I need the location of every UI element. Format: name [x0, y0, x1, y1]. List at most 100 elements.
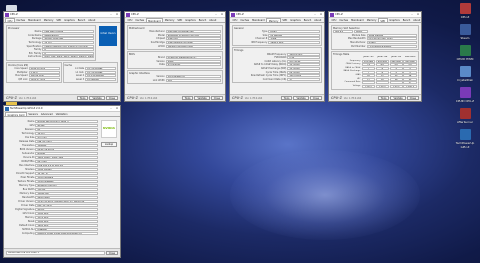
tab-graphics-card[interactable]: Graphics Card	[5, 112, 27, 117]
cpuz-icon	[5, 12, 9, 17]
clocks-group: Clocks (Core #0) Core Speed 4010.30 MHz Mu…	[6, 61, 62, 84]
validate-button[interactable]: Validate	[89, 95, 105, 101]
tab-memory[interactable]: Memory	[266, 18, 281, 23]
tab-about[interactable]: About	[87, 18, 97, 22]
close-icon[interactable]: ×	[219, 12, 225, 17]
tools-button[interactable]: Tools	[377, 95, 390, 101]
field-label: L1 Data	[75, 67, 85, 71]
tab-bench[interactable]: Bench	[76, 18, 86, 22]
tab-spd[interactable]: SPD	[55, 18, 63, 22]
tab-caches[interactable]: Caches	[239, 18, 251, 22]
tools-button[interactable]: Tools	[181, 95, 194, 101]
cpuz-memory-window[interactable]: CPU-Z – × CPU Caches Mainboard Memory SPD Gra…	[229, 11, 325, 102]
tab-graphics[interactable]: Graphics	[184, 18, 198, 22]
close-button[interactable]: Close	[309, 95, 322, 101]
close-button[interactable]: Close	[406, 95, 419, 101]
field-value: 3646.1 MHz	[268, 41, 320, 45]
tab-cpu[interactable]: CPU	[330, 18, 338, 22]
tab-bench[interactable]: Bench	[197, 18, 207, 22]
field-label: Type	[262, 30, 268, 34]
tab-bench[interactable]: Bench	[302, 18, 312, 22]
field-label: NVIDIA SLI	[22, 227, 35, 231]
close-button[interactable]: Close	[105, 250, 118, 256]
timings-value: 20	[361, 74, 376, 78]
close-icon[interactable]: ×	[415, 12, 421, 17]
desktop-icon[interactable]: CPUID HWM	[454, 45, 476, 61]
tab-mainboard[interactable]: Mainboard	[251, 18, 267, 22]
tab-cpu[interactable]: CPU	[126, 18, 134, 22]
tab-spd[interactable]: SPD	[377, 18, 388, 23]
close-icon[interactable]: ×	[318, 12, 324, 17]
timings-value: 8	[375, 70, 389, 74]
desktop-icon[interactable]: CrystalDisk	[454, 66, 476, 82]
tab-graphics[interactable]: Graphics	[63, 18, 77, 22]
field-label: Specification	[26, 44, 42, 48]
tab-about[interactable]: About	[412, 18, 421, 22]
field-row: DirectX Support 12 (12_1)	[6, 171, 98, 175]
cpuz-mainboard-window[interactable]: CPU-Z – × CPU Caches Mainboard Memory SPD Gra…	[124, 11, 226, 102]
field-label: Manufacturer	[350, 41, 366, 45]
tab-sensors[interactable]: Sensors	[27, 112, 39, 116]
close-button[interactable]: Close	[105, 95, 118, 101]
close-icon[interactable]: ×	[114, 106, 120, 111]
field-value: 3281.17 MHz	[28, 77, 60, 81]
tools-button[interactable]: Tools	[280, 95, 293, 101]
timings-value: 1.500 V	[403, 85, 417, 89]
tab-graphics[interactable]: Graphics	[388, 18, 402, 22]
cpuz-cpu-window[interactable]: CPU-Z – × CPU Caches Mainboard Memory SPD Gra…	[3, 11, 121, 102]
gpu-selector[interactable]: NVIDIA GeForce GTX 1080 Ti	[6, 251, 105, 255]
tab-mainboard[interactable]: Mainboard	[350, 18, 366, 22]
field-value: 1T	[287, 77, 320, 81]
lookup-button[interactable]: Lookup	[101, 142, 117, 147]
timings-header: JEDEC #5	[391, 56, 402, 59]
field-label: NB Frequency	[251, 41, 268, 45]
tab-bench[interactable]: Bench	[401, 18, 411, 22]
validate-button[interactable]: Validate	[194, 95, 210, 101]
tab-about[interactable]: About	[208, 18, 218, 22]
field-value: 07/21/2011	[165, 63, 221, 67]
field-label: Name	[27, 119, 35, 123]
field-value: 182.29 MHz	[28, 74, 60, 78]
tab-mainboard[interactable]: Mainboard	[27, 18, 43, 22]
timings-value: 24	[403, 74, 417, 78]
tab-spd[interactable]: SPD	[281, 18, 289, 22]
tools-button[interactable]: Tools	[76, 95, 89, 101]
field-row: NB Frequency 3646.1 MHz	[234, 41, 320, 45]
timings-value: 8.0	[375, 63, 389, 67]
field-label: Memory	[25, 215, 35, 219]
tab-graphics[interactable]: Graphics	[289, 18, 303, 22]
tab-spd[interactable]: SPD	[176, 18, 184, 22]
desktop-icon[interactable]: Afterburner	[454, 108, 476, 124]
field-value: 11264 MB	[35, 191, 98, 195]
field-value: A1	[35, 127, 98, 131]
tab-about[interactable]: About	[313, 18, 323, 22]
field-label: Release Date	[19, 139, 35, 143]
tab-advanced[interactable]: Advanced	[39, 112, 54, 116]
gpuz-window[interactable]: TechPowerUp GPU-Z 2.0.0 – × Graphics Car…	[3, 105, 121, 258]
cpuz-spd-window[interactable]: CPU-Z – × CPU Caches Mainboard Memory SPD Gra…	[328, 11, 422, 102]
tab-mainboard[interactable]: Mainboard	[145, 18, 164, 23]
validate-button[interactable]: Validate	[390, 95, 406, 101]
desktop-icon[interactable]: CPUID CPU-Z	[454, 87, 476, 103]
field-label: Shaders	[25, 167, 35, 171]
tab-caches[interactable]: Caches	[134, 18, 146, 22]
tab-cpu[interactable]: CPU	[5, 18, 15, 23]
tab-cpu[interactable]: CPU	[231, 18, 239, 22]
tab-caches[interactable]: Caches	[338, 18, 350, 22]
tab-validation[interactable]: Validation	[54, 112, 69, 116]
slot-select[interactable]: Slot #1	[333, 30, 353, 34]
validate-button[interactable]: Validate	[293, 95, 309, 101]
close-icon[interactable]: ×	[114, 12, 120, 17]
field-label: Technology	[28, 41, 42, 45]
close-button[interactable]: Close	[210, 95, 223, 101]
desktop-icon[interactable]: CPU-Z	[454, 3, 476, 19]
tab-memory[interactable]: Memory	[365, 18, 378, 22]
desktop-icon[interactable]: Steam	[454, 24, 476, 40]
desktop-icon[interactable]: TechPowerUp GPU-Z	[454, 129, 476, 149]
field-label: Version	[156, 75, 165, 79]
tab-memory[interactable]: Memory	[42, 18, 55, 22]
field-value: 16 nm	[35, 131, 98, 135]
tab-caches[interactable]: Caches	[15, 18, 27, 22]
tab-memory[interactable]: Memory	[163, 18, 176, 22]
footer-bar: CPU-Z Ver. 1.78.0.x64 Tools Validate Clo…	[329, 94, 421, 101]
